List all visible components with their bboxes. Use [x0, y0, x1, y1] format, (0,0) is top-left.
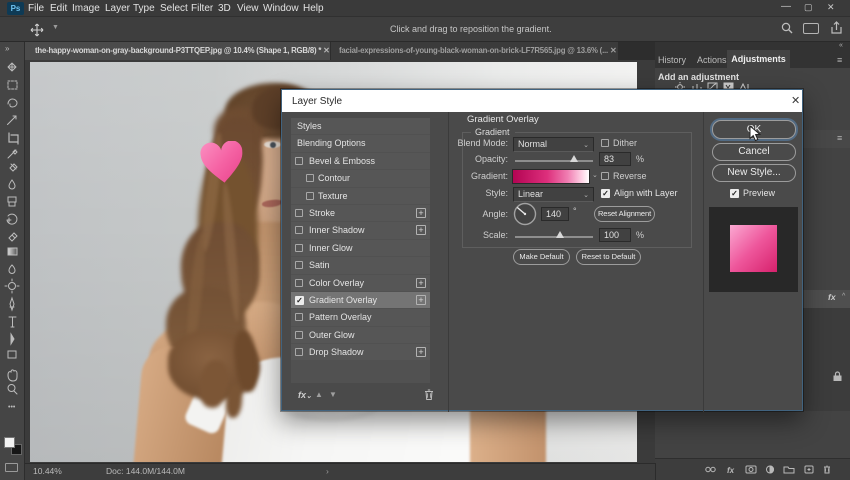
svg-text:•••: •••: [8, 404, 16, 411]
svg-text:fx: fx: [727, 466, 735, 475]
